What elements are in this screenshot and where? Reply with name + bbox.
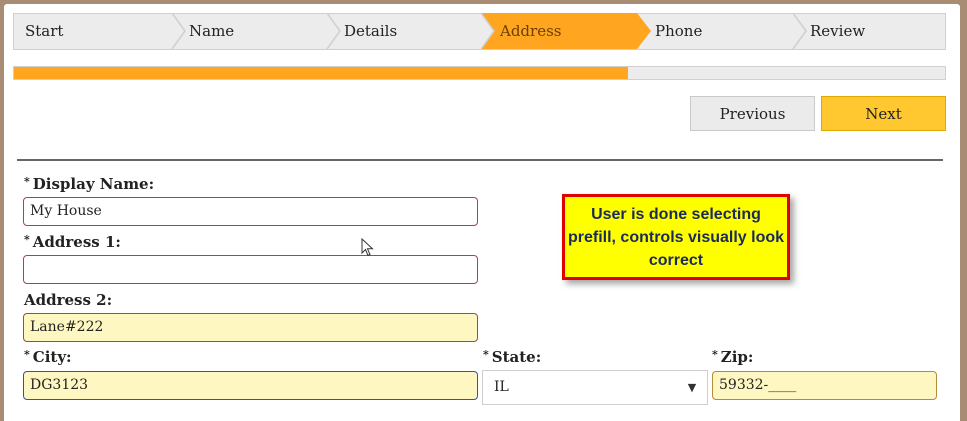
zip-label: * Zip: bbox=[712, 348, 754, 366]
annotation-callout: User is done selecting prefill, controls… bbox=[562, 194, 790, 280]
step-phone[interactable]: Phone bbox=[655, 14, 795, 49]
required-mark: * bbox=[24, 233, 30, 246]
step-label: Review bbox=[810, 22, 866, 40]
state-select[interactable]: IL ▼ bbox=[482, 370, 708, 405]
address2-label: Address 2: bbox=[24, 291, 113, 309]
city-label: * City: bbox=[24, 348, 72, 366]
state-label: * State: bbox=[483, 348, 542, 366]
required-mark: * bbox=[24, 175, 30, 188]
required-mark: * bbox=[712, 348, 718, 361]
previous-button[interactable]: Previous bbox=[690, 96, 815, 131]
step-separator bbox=[326, 13, 341, 50]
step-label: Details bbox=[344, 22, 398, 40]
step-details[interactable]: Details bbox=[344, 14, 484, 49]
step-label: Start bbox=[25, 22, 64, 40]
zip-field[interactable]: 59332-____ bbox=[712, 371, 937, 400]
step-start[interactable]: Start bbox=[14, 14, 184, 49]
next-button[interactable]: Next bbox=[821, 96, 946, 131]
required-mark: * bbox=[483, 348, 489, 361]
address2-field[interactable]: Lane#222 bbox=[23, 313, 478, 342]
state-value: IL bbox=[494, 379, 509, 395]
step-label: Address bbox=[500, 22, 562, 40]
step-separator bbox=[792, 13, 807, 50]
step-label: Phone bbox=[655, 22, 703, 40]
wizard-steps: Start Name Details Address Phone Review bbox=[13, 13, 946, 50]
step-review[interactable]: Review bbox=[810, 14, 940, 49]
city-field[interactable]: DG3123 bbox=[23, 371, 478, 400]
required-mark: * bbox=[24, 348, 30, 361]
step-label: Name bbox=[189, 22, 235, 40]
display-name-label: * Display Name: bbox=[24, 175, 155, 193]
divider bbox=[17, 159, 943, 161]
step-address[interactable]: Address bbox=[500, 14, 640, 49]
step-separator bbox=[171, 13, 186, 50]
address1-field[interactable] bbox=[23, 255, 478, 284]
display-name-field[interactable]: My House bbox=[23, 197, 478, 226]
step-name[interactable]: Name bbox=[186, 14, 341, 49]
address1-label: * Address 1: bbox=[24, 233, 121, 251]
dropdown-arrow-icon[interactable]: ▼ bbox=[677, 371, 707, 404]
progress-fill bbox=[14, 67, 629, 79]
mouse-cursor-icon bbox=[361, 238, 374, 257]
progress-bar bbox=[13, 66, 946, 80]
